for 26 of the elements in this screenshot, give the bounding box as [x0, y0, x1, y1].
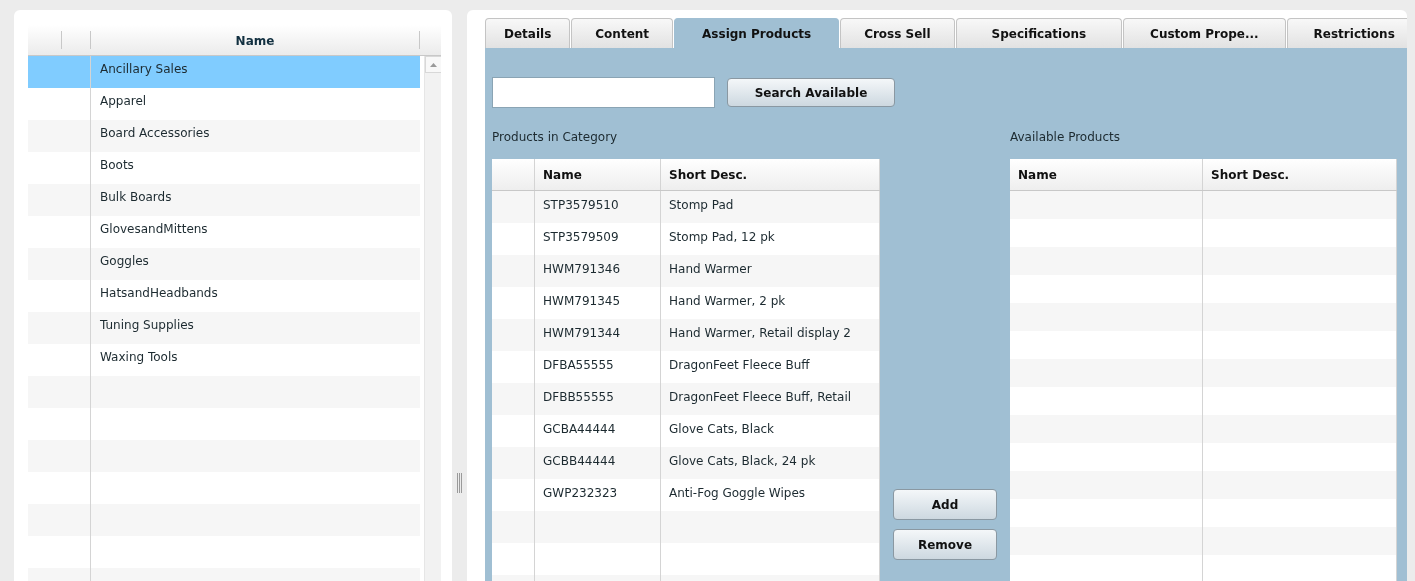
- category-row[interactable]: Ancillary Sales: [28, 56, 420, 88]
- section-label: Available Products: [1010, 129, 1121, 146]
- search-field[interactable]: [492, 77, 715, 108]
- tab[interactable]: Details: [485, 18, 571, 48]
- action-button[interactable]: Remove: [893, 529, 997, 560]
- tab[interactable]: Restrictions: [1286, 18, 1407, 48]
- tab[interactable]: Cross Sell: [840, 18, 955, 48]
- column-header: Short Desc.: [1203, 159, 1397, 190]
- category-row[interactable]: Bulk Boards: [28, 184, 420, 216]
- tab[interactable]: Specifications: [955, 18, 1123, 48]
- column-header: Short Desc.: [661, 159, 880, 190]
- tab[interactable]: Assign Products: [674, 18, 840, 48]
- up-arrow-icon: [430, 62, 437, 67]
- column-header: Name: [90, 31, 420, 49]
- action-button[interactable]: Add: [893, 489, 997, 520]
- tab[interactable]: Custom Prope...: [1123, 18, 1286, 48]
- search-button[interactable]: Search Available: [727, 78, 895, 107]
- scroll-up-button[interactable]: [425, 56, 441, 73]
- column-header: Name: [535, 159, 661, 190]
- section-label: Products in Category: [492, 129, 619, 146]
- column-header: Name: [1010, 159, 1203, 190]
- category-row[interactable]: Board Accessories: [28, 120, 420, 152]
- category-row[interactable]: Tuning Supplies: [28, 312, 420, 344]
- tab[interactable]: Content: [571, 18, 674, 48]
- category-row[interactable]: Goggles: [28, 248, 420, 280]
- splitter-grip-icon[interactable]: [456, 473, 463, 493]
